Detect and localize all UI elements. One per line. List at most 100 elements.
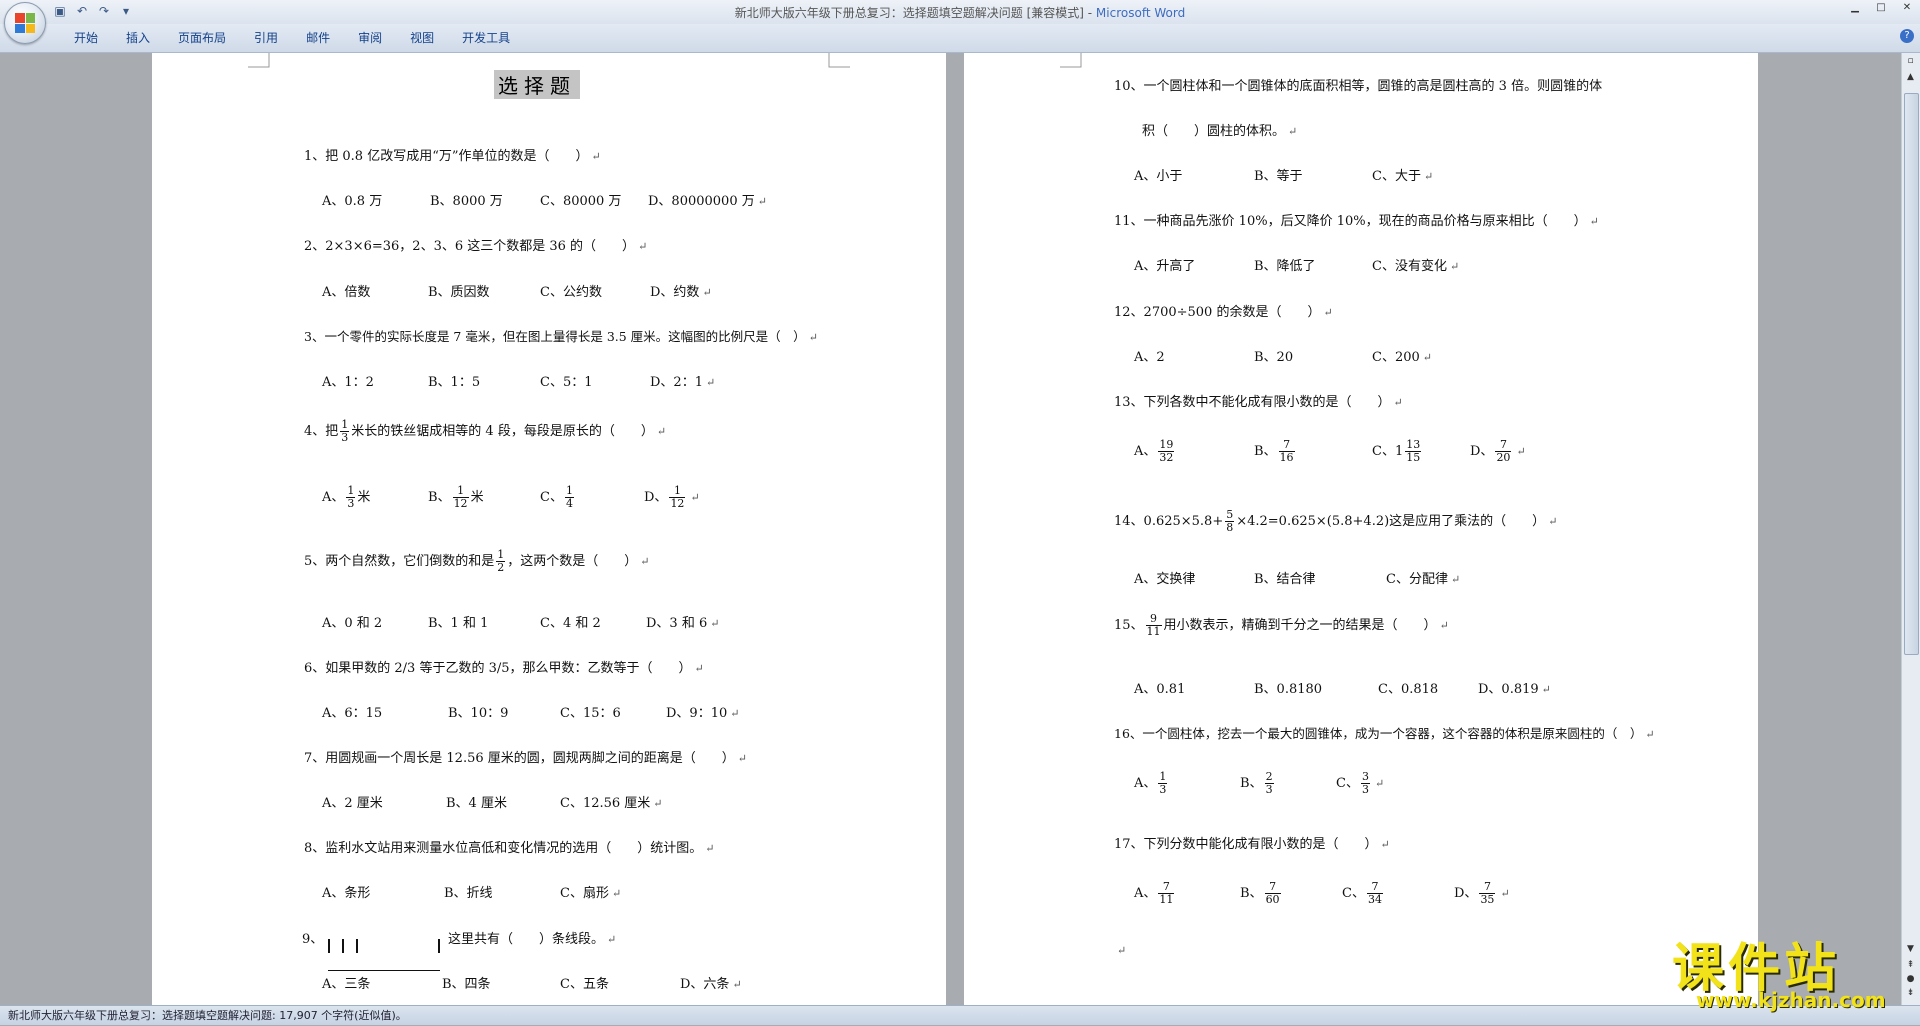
option: A、0.8 万 <box>322 194 383 209</box>
question-4: 4、把 1 3 米长的铁丝锯成相等的 4 段，每段是原长的（ ） ↵ <box>304 418 667 444</box>
scroll-up-icon[interactable]: ▲ <box>1904 71 1917 84</box>
margin-corner-mark <box>828 53 850 68</box>
option: A、 7 11 <box>1134 880 1175 906</box>
option: B、 7 16 <box>1254 438 1295 464</box>
question-10-cont: 积（ ）圆柱的体积。 ↵ <box>1142 124 1298 139</box>
help-icon[interactable]: ? <box>1900 29 1914 43</box>
question-15: 15、 9 11 用小数表示，精确到千分之一的结果是（ ） ↵ <box>1114 612 1449 638</box>
page-gap <box>946 53 964 1005</box>
office-logo-icon <box>15 13 35 33</box>
option: B、等于 <box>1254 169 1303 184</box>
option: A、小于 <box>1134 169 1183 184</box>
watermark-logo: 课件站 www.kjzhan.com <box>1668 926 1898 1012</box>
option: D、 1 12 ↵ <box>644 484 700 510</box>
option: B、质因数 <box>428 285 490 300</box>
tab-page-layout[interactable]: 页面布局 <box>164 30 240 46</box>
question-13: 13、下列各数中不能化成有限小数的是（ ） ↵ <box>1114 395 1403 410</box>
option: C、15：6 <box>560 706 621 721</box>
fraction: 9 11 <box>1145 612 1162 638</box>
option: B、0.8180 <box>1254 682 1323 697</box>
document-canvas: 选择题 1、把 0.8 亿改写成用“万”作单位的数是（ ） ↵ A、0.8 万 B… <box>0 53 1902 1005</box>
option: A、倍数 <box>322 285 371 300</box>
question-12: 12、2700÷500 的余数是（ ） ↵ <box>1114 305 1333 320</box>
option: B、8000 万 <box>430 194 503 209</box>
tab-review[interactable]: 审阅 <box>344 30 396 46</box>
tab-insert[interactable]: 插入 <box>112 30 164 46</box>
option: C、4 和 2 <box>540 616 601 631</box>
margin-corner-mark <box>1060 53 1082 68</box>
option: B、 1 12 米 <box>428 484 484 510</box>
tab-mailings[interactable]: 邮件 <box>292 30 344 46</box>
tab-view[interactable]: 视图 <box>396 30 448 46</box>
tab-references[interactable]: 引用 <box>240 30 292 46</box>
option: B、10：9 <box>448 706 509 721</box>
scroll-down-icon[interactable]: ▼ <box>1904 943 1917 956</box>
option: D、2：1 ↵ <box>650 375 716 390</box>
option: C、200 ↵ <box>1372 350 1432 365</box>
option: C、没有变化 ↵ <box>1372 259 1460 274</box>
scroll-thumb[interactable] <box>1904 93 1919 655</box>
office-button[interactable] <box>4 2 46 44</box>
option: B、 2 3 <box>1240 770 1274 796</box>
segment-tick <box>328 939 330 953</box>
watermark-url: www.kjzhan.com <box>1696 988 1886 1012</box>
title-bar: ▣ ↶ ↷ ▾ 新北师大版六年级下册总复习：选择题填空题解决问题 [兼容模式] … <box>0 0 1920 25</box>
segment-tick <box>342 939 344 953</box>
option: C、扇形 ↵ <box>560 886 622 901</box>
previous-page-icon[interactable]: ⇞ <box>1904 959 1917 972</box>
option: A、1：2 <box>322 375 374 390</box>
minimize-icon[interactable]: ▁ <box>1842 0 1868 18</box>
option: B、1：5 <box>428 375 481 390</box>
window-title: 新北师大版六年级下册总复习：选择题填空题解决问题 [兼容模式] - Micros… <box>0 4 1920 21</box>
next-page-icon[interactable]: ⇟ <box>1904 987 1917 1000</box>
option: A、 1 3 <box>1134 770 1168 796</box>
option: A、 1 3 米 <box>322 484 371 510</box>
question-3: 3、一个零件的实际长度是 7 毫米，但在图上量得长是 3.5 厘米。这幅图的比例… <box>304 329 818 344</box>
fraction: 12 <box>496 548 506 574</box>
question-11: 11、一种商品先涨价 10%，后又降价 10%，现在的商品价格与原来相比（ ） ↵ <box>1114 214 1599 229</box>
option: C、大于 ↵ <box>1372 169 1434 184</box>
page-1: 选择题 1、把 0.8 亿改写成用“万”作单位的数是（ ） ↵ A、0.8 万 B… <box>152 53 946 1005</box>
option: A、条形 <box>322 886 371 901</box>
close-icon[interactable]: ✕ <box>1894 0 1920 18</box>
question-9-number: 9、 <box>302 932 324 947</box>
section-heading: 选择题 <box>494 70 580 99</box>
question-9: 这里共有（ ）条线段。 ↵ <box>448 932 617 947</box>
ruler-toggle-icon[interactable]: ▫ <box>1904 55 1917 68</box>
tab-developer[interactable]: 开发工具 <box>448 30 524 46</box>
option: D、0.819 ↵ <box>1478 682 1551 697</box>
option: A、2 <box>1134 350 1165 365</box>
option: A、0 和 2 <box>322 616 383 631</box>
option: B、结合律 <box>1254 572 1316 587</box>
option: A、6：15 <box>322 706 383 721</box>
option: D、六条 ↵ <box>680 977 742 992</box>
question-10: 10、一个圆柱体和一个圆锥体的底面积相等，圆锥的高是圆柱高的 3 倍。则圆锥的体 <box>1114 79 1603 94</box>
question-7: 7、用圆规画一个周长是 12.56 厘米的圆，圆规两脚之间的距离是（ ） ↵ <box>304 751 747 766</box>
option: C、 1 4 <box>540 484 574 510</box>
maximize-icon[interactable]: □ <box>1868 0 1894 18</box>
tab-home[interactable]: 开始 <box>60 30 112 46</box>
option: D、3 和 6 ↵ <box>646 616 720 631</box>
document-title: 新北师大版六年级下册总复习：选择题填空题解决问题 [兼容模式] - <box>734 6 1096 20</box>
option: B、折线 <box>444 886 493 901</box>
option: B、 7 60 <box>1240 880 1281 906</box>
option: C、五条 <box>560 977 609 992</box>
option: A、 19 32 <box>1134 438 1175 464</box>
question-8: 8、监利水文站用来测量水位高低和变化情况的选用（ ）统计图。 ↵ <box>304 841 715 856</box>
option: B、20 <box>1254 350 1294 365</box>
option: B、4 厘米 <box>446 796 507 811</box>
option: C、分配律 ↵ <box>1386 572 1461 587</box>
option: A、交换律 <box>1134 572 1196 587</box>
question-1: 1、把 0.8 亿改写成用“万”作单位的数是（ ） ↵ <box>304 149 601 164</box>
option: A、2 厘米 <box>322 796 383 811</box>
segment-line <box>328 970 440 971</box>
option: C、0.818 <box>1378 682 1439 697</box>
question-17: 17、下列分数中能化成有限小数的是（ ） ↵ <box>1114 837 1390 852</box>
status-text: 新北师大版六年级下册总复习：选择题填空题解决问题: 17,907 个字符(近似值… <box>8 1009 407 1022</box>
select-browse-object-icon[interactable]: ● <box>1904 973 1917 986</box>
option: C、5：1 <box>540 375 593 390</box>
vertical-scrollbar[interactable]: ▫ ▲ ▼ ⇞ ● ⇟ <box>1901 53 1920 1005</box>
option: C、 7 34 <box>1342 880 1383 906</box>
option: D、约数 ↵ <box>650 285 712 300</box>
option: A、0.81 <box>1134 682 1186 697</box>
